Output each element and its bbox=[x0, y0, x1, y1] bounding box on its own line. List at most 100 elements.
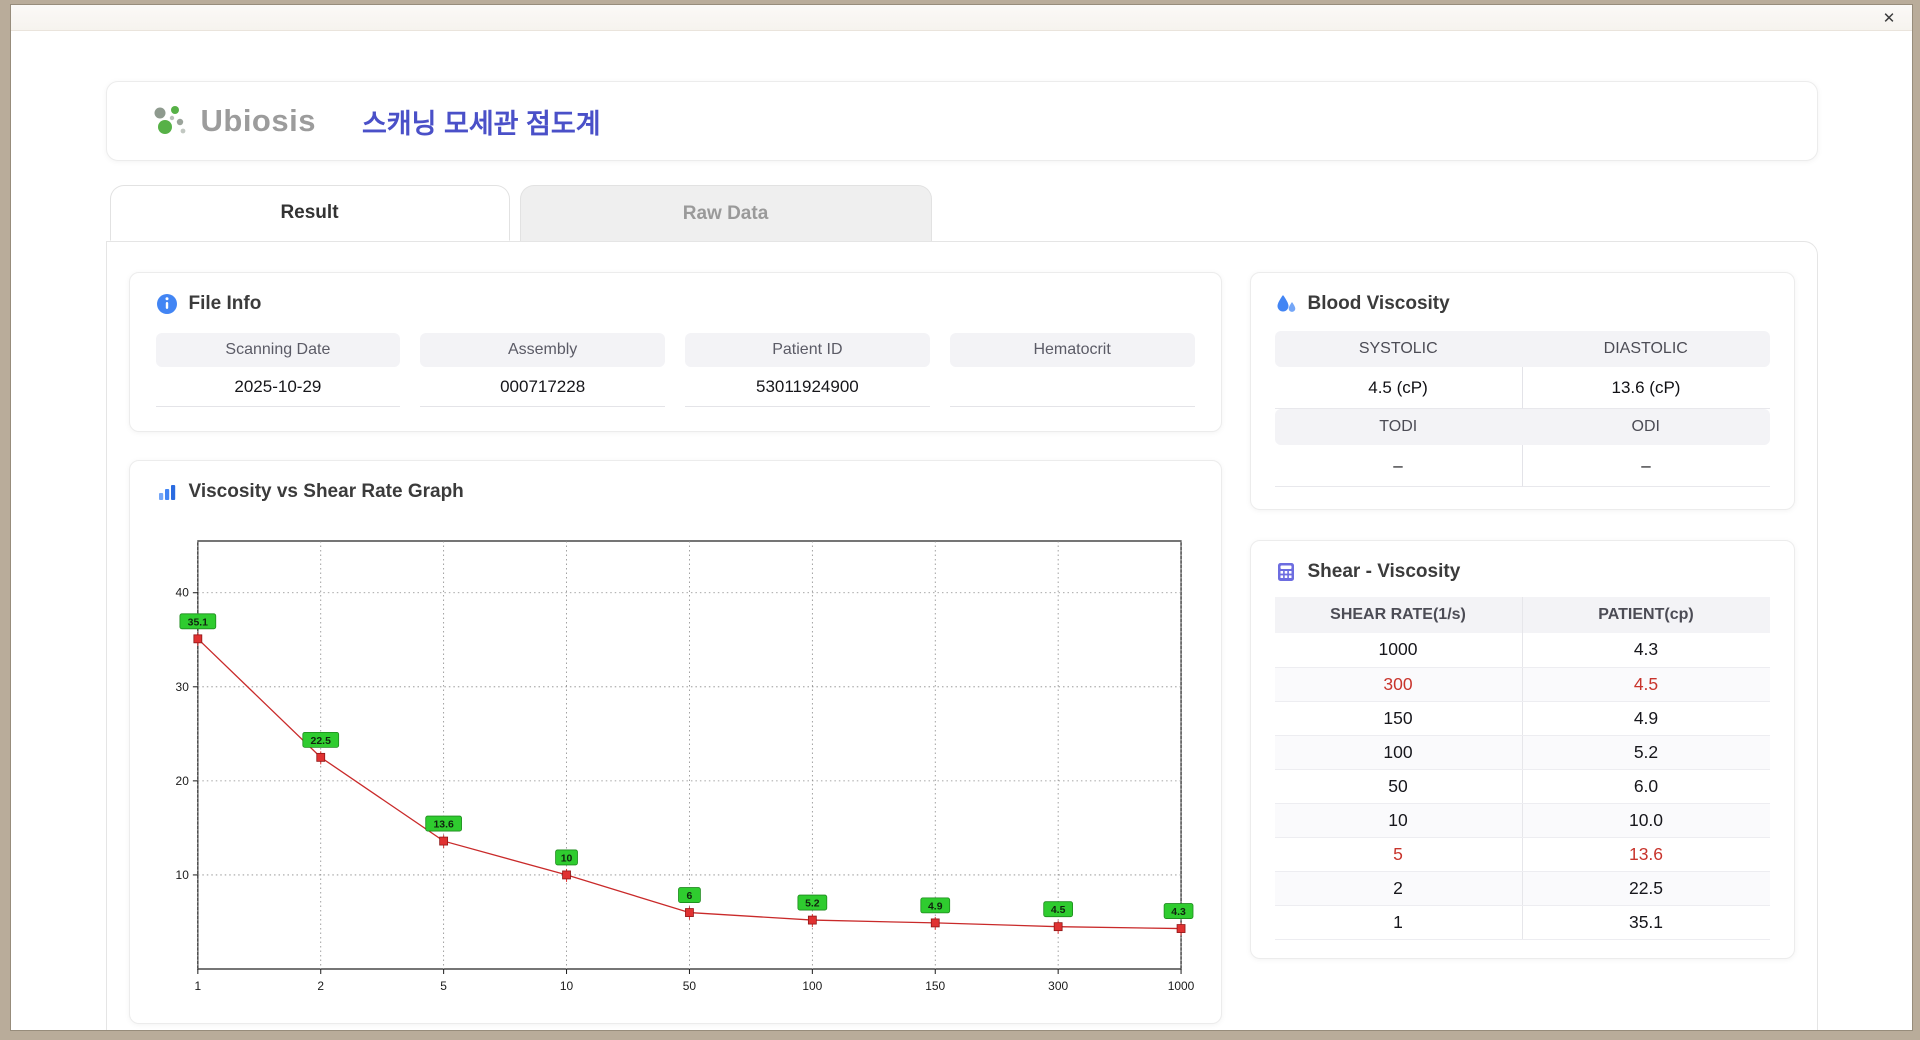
window-content: Ubiosis 스캐닝 모세관 점도계 Result Raw Data File… bbox=[11, 31, 1912, 1030]
svg-text:10: 10 bbox=[175, 868, 189, 882]
shear-rate-cell: 50 bbox=[1274, 769, 1523, 804]
patient-cell: 5.2 bbox=[1522, 735, 1770, 770]
svg-text:10: 10 bbox=[559, 979, 573, 993]
svg-text:4.9: 4.9 bbox=[927, 901, 942, 912]
column-patient: PATIENT(cp) bbox=[1522, 597, 1770, 633]
page-title: 스캐닝 모세관 점도계 bbox=[361, 108, 601, 139]
calculator-icon bbox=[1277, 563, 1294, 581]
patient-cell: 10.0 bbox=[1522, 803, 1770, 838]
header-card: Ubiosis 스캐닝 모세관 점도계 bbox=[105, 81, 1818, 161]
shear-rate-cell: 1000 bbox=[1274, 633, 1523, 668]
table-row: 50 6.0 bbox=[1274, 769, 1770, 804]
field-patient-id: Patient ID 53011924900 bbox=[685, 333, 930, 407]
file-info-title: File Info bbox=[188, 293, 262, 314]
water-drop-icon bbox=[1277, 295, 1295, 312]
chart-area: 1 2 5 10 50 100 150 300 1000 10 20 30 40 35.1 22.5 13.6… bbox=[156, 515, 1195, 1007]
viscosity-chart: 1 2 5 10 50 100 150 300 1000 10 20 30 40 35.1 22.5 13.6… bbox=[175, 540, 1194, 993]
svg-text:30: 30 bbox=[175, 680, 189, 694]
svg-text:100: 100 bbox=[802, 979, 822, 993]
field-scanning-date: Scanning Date 2025-10-29 bbox=[155, 333, 401, 407]
todi-label: TODI bbox=[1274, 409, 1522, 445]
svg-text:6: 6 bbox=[686, 891, 692, 902]
file-info-card: File Info Scanning Date 2025-10-29 Assem… bbox=[128, 272, 1222, 432]
odi-value: – bbox=[1521, 445, 1770, 487]
shear-rate-cell: 5 bbox=[1274, 837, 1523, 872]
field-value: 000717228 bbox=[420, 367, 665, 407]
systolic-label: SYSTOLIC bbox=[1274, 331, 1522, 367]
field-value bbox=[949, 367, 1195, 407]
tab-result[interactable]: Result bbox=[109, 185, 510, 241]
app-window: ✕ Ubiosis 스캐닝 모세관 점도계 Result Raw Data Fi… bbox=[10, 4, 1913, 1031]
table-row: 1 35.1 bbox=[1274, 905, 1770, 940]
svg-text:50: 50 bbox=[682, 979, 696, 993]
svg-text:4.5: 4.5 bbox=[1050, 905, 1065, 916]
logo-dots-icon bbox=[154, 106, 185, 134]
svg-text:1: 1 bbox=[194, 979, 201, 993]
left-column: File Info Scanning Date 2025-10-29 Assem… bbox=[128, 272, 1222, 1024]
svg-text:5: 5 bbox=[440, 979, 447, 993]
systolic-value: 4.5 (cP) bbox=[1274, 367, 1522, 409]
table-row: 300 4.5 bbox=[1274, 667, 1770, 702]
table-row: 1000 4.3 bbox=[1274, 633, 1770, 668]
svg-text:300: 300 bbox=[1048, 979, 1068, 993]
patient-cell: 4.5 bbox=[1522, 667, 1770, 702]
svg-text:2: 2 bbox=[317, 979, 324, 993]
field-label: Assembly bbox=[420, 333, 665, 367]
table-row: 5 13.6 bbox=[1274, 837, 1770, 872]
shear-viscosity-title: Shear - Viscosity bbox=[1307, 561, 1461, 582]
graph-title: Viscosity vs Shear Rate Graph bbox=[188, 481, 464, 502]
patient-cell: 4.9 bbox=[1522, 701, 1770, 736]
svg-text:35.1: 35.1 bbox=[187, 617, 208, 628]
right-column: Blood Viscosity SYSTOLIC DIASTOLIC 4.5 (… bbox=[1249, 272, 1795, 1024]
shear-rate-cell: 2 bbox=[1274, 871, 1523, 906]
svg-text:5.2: 5.2 bbox=[805, 899, 820, 910]
diastolic-label: DIASTOLIC bbox=[1522, 331, 1770, 367]
info-icon bbox=[156, 294, 177, 314]
table-header-row: SHEAR RATE(1/s) PATIENT(cp) bbox=[1274, 597, 1770, 633]
patient-cell: 22.5 bbox=[1522, 871, 1770, 906]
shear-rate-cell: 100 bbox=[1274, 735, 1523, 770]
shear-rate-cell: 150 bbox=[1274, 701, 1523, 736]
titlebar: ✕ bbox=[11, 5, 1912, 31]
blood-viscosity-card: Blood Viscosity SYSTOLIC DIASTOLIC 4.5 (… bbox=[1249, 272, 1795, 510]
file-info-fields: Scanning Date 2025-10-29 Assembly 000717… bbox=[155, 333, 1195, 407]
field-label: Patient ID bbox=[685, 333, 930, 367]
patient-cell: 6.0 bbox=[1522, 769, 1770, 804]
shear-rate-cell: 10 bbox=[1274, 803, 1523, 838]
table-row: 2 22.5 bbox=[1274, 871, 1770, 906]
field-value: 53011924900 bbox=[685, 367, 930, 407]
svg-text:22.5: 22.5 bbox=[310, 736, 331, 747]
blood-viscosity-title: Blood Viscosity bbox=[1307, 293, 1450, 314]
todi-value: – bbox=[1274, 445, 1522, 487]
table-row: 150 4.9 bbox=[1274, 701, 1770, 736]
svg-text:150: 150 bbox=[925, 979, 945, 993]
svg-text:20: 20 bbox=[175, 774, 189, 788]
blood-viscosity-grid: SYSTOLIC DIASTOLIC 4.5 (cP) 13.6 (cP) TO… bbox=[1274, 331, 1770, 487]
odi-label: ODI bbox=[1522, 409, 1770, 445]
table-row: 100 5.2 bbox=[1274, 735, 1770, 770]
svg-text:10: 10 bbox=[560, 853, 572, 864]
tab-bar: Result Raw Data bbox=[106, 185, 1818, 241]
field-hematocrit: Hematocrit bbox=[949, 333, 1195, 407]
patient-cell: 13.6 bbox=[1522, 837, 1770, 872]
result-panel: File Info Scanning Date 2025-10-29 Assem… bbox=[105, 241, 1818, 1030]
ubiosis-logo: Ubiosis bbox=[147, 98, 316, 144]
close-icon[interactable]: ✕ bbox=[1878, 7, 1900, 29]
svg-text:40: 40 bbox=[175, 586, 189, 600]
field-value: 2025-10-29 bbox=[155, 367, 401, 407]
shear-viscosity-card: Shear - Viscosity SHEAR RATE(1/s) PATIEN… bbox=[1249, 540, 1795, 959]
field-assembly: Assembly 000717228 bbox=[420, 333, 665, 407]
tab-raw-data[interactable]: Raw Data bbox=[519, 185, 932, 241]
field-label: Scanning Date bbox=[155, 333, 401, 367]
bar-chart-icon bbox=[158, 485, 175, 500]
table-row: 10 10.0 bbox=[1274, 803, 1770, 838]
logo-text: Ubiosis bbox=[200, 103, 316, 138]
patient-cell: 35.1 bbox=[1522, 905, 1770, 940]
svg-text:13.6: 13.6 bbox=[433, 820, 454, 831]
shear-rate-cell: 1 bbox=[1274, 905, 1523, 940]
svg-text:1000: 1000 bbox=[1167, 979, 1194, 993]
field-label: Hematocrit bbox=[949, 333, 1195, 367]
diastolic-value: 13.6 (cP) bbox=[1521, 367, 1770, 409]
shear-rate-cell: 300 bbox=[1274, 667, 1523, 702]
shear-viscosity-table: SHEAR RATE(1/s) PATIENT(cp) 1000 4.3 300… bbox=[1274, 597, 1770, 940]
